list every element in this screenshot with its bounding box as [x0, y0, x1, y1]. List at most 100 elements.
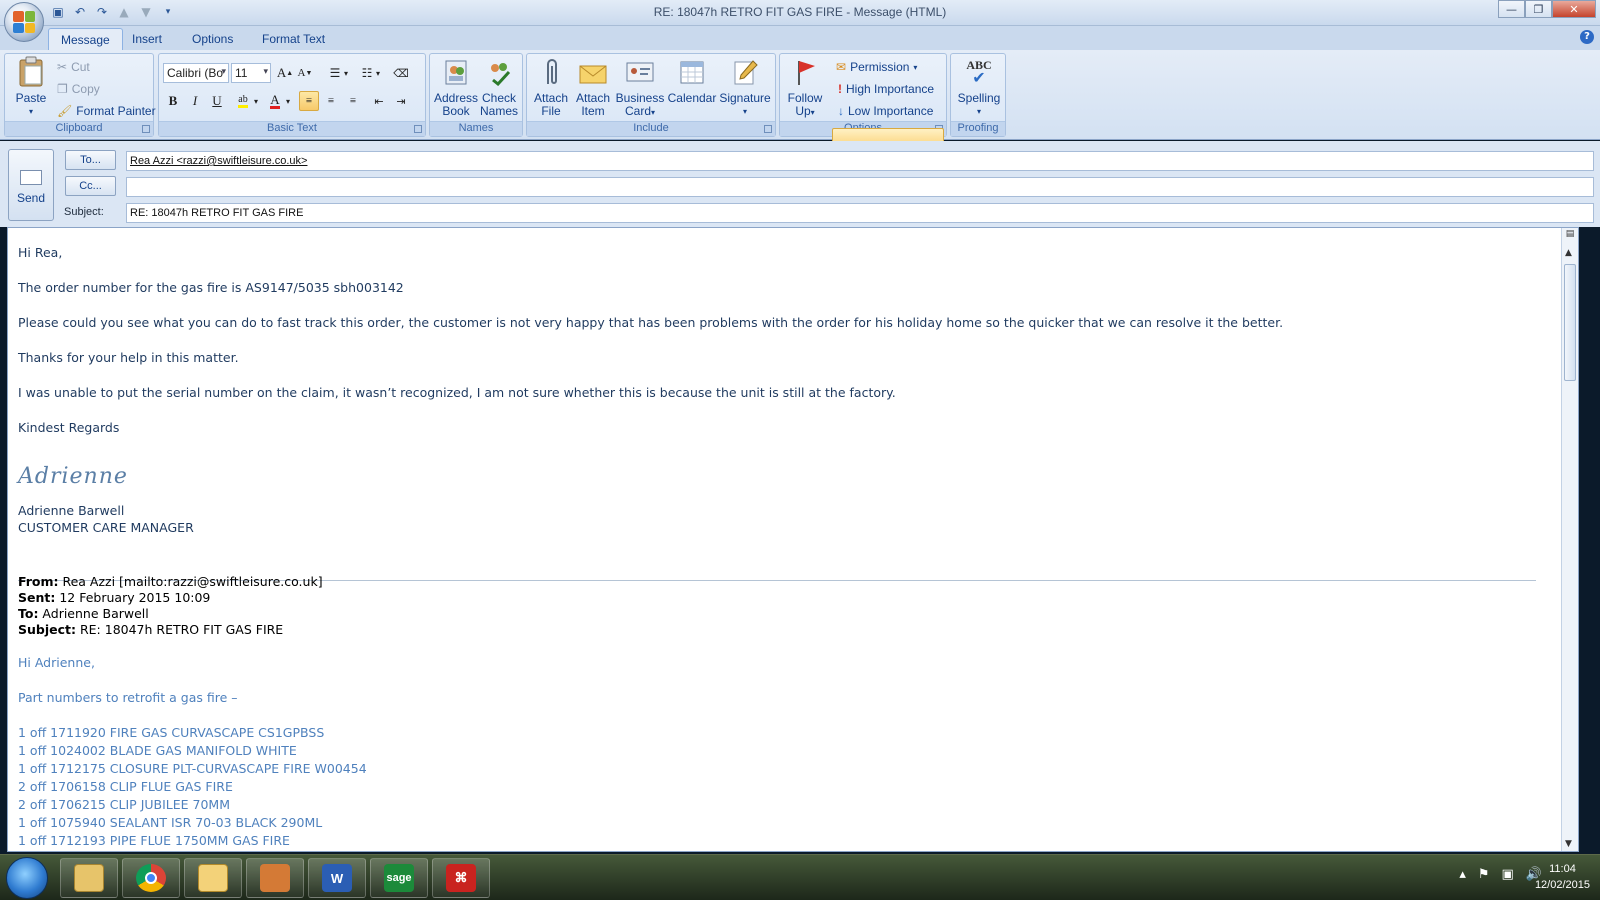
red-flag-icon: [789, 56, 821, 88]
bold-button[interactable]: B: [163, 91, 183, 111]
attach-file-button[interactable]: Attach File: [531, 56, 571, 118]
network-icon[interactable]: ▣: [1502, 867, 1514, 882]
action-center-flag-icon[interactable]: ⚑: [1478, 867, 1490, 882]
italic-button[interactable]: I: [185, 91, 205, 111]
decrease-indent-button[interactable]: ⇤: [369, 91, 389, 111]
quoted-intro: Part numbers to retrofit a gas fire –: [18, 690, 238, 705]
tab-insert[interactable]: Insert: [120, 28, 174, 50]
help-icon[interactable]: ?: [1580, 30, 1594, 44]
part-line: 2 off 1706215 CLIP JUBILEE 70MM: [18, 797, 230, 812]
copy-button[interactable]: ❐ Copy: [57, 82, 100, 96]
folder-icon: [74, 864, 104, 892]
underline-button[interactable]: U: [207, 91, 227, 111]
cc-field[interactable]: [126, 177, 1594, 197]
clipboard-dialog-launcher[interactable]: [142, 125, 150, 133]
shrink-font-button[interactable]: A ▼: [295, 63, 315, 83]
taskbar-sage[interactable]: sage: [370, 858, 428, 898]
include-dialog-launcher[interactable]: [764, 125, 772, 133]
font-color-button[interactable]: A: [265, 91, 285, 111]
spelling-button[interactable]: ABC ✔ Spelling ▾: [955, 56, 1003, 118]
body-closing: Kindest Regards: [18, 420, 120, 435]
bullets-dropdown-icon[interactable]: ▾: [341, 63, 351, 83]
taskbar-adobe-reader[interactable]: ⌘: [432, 858, 490, 898]
paste-button[interactable]: Paste ▾: [11, 56, 51, 118]
calendar-icon: [676, 56, 708, 88]
business-card-dropdown-icon[interactable]: ▾: [651, 108, 655, 117]
cut-button[interactable]: ✂ Cut: [57, 60, 90, 74]
cc-button[interactable]: Cc...: [65, 176, 116, 196]
attach-item-button[interactable]: Attach Item: [573, 56, 613, 118]
increase-indent-icon: ⇥: [396, 95, 406, 108]
spelling-dropdown-icon[interactable]: ▾: [955, 105, 1003, 118]
check-names-icon: [483, 56, 515, 88]
system-tray: ▴ ⚑ ▣ 🔊: [1459, 867, 1542, 882]
align-left-button[interactable]: ≡: [299, 91, 319, 111]
font-size-combo[interactable]: 11: [231, 63, 271, 83]
highlight-dropdown-icon[interactable]: ▾: [251, 91, 261, 111]
grow-font-button[interactable]: A ▲: [275, 63, 295, 83]
align-right-button[interactable]: ≡: [343, 91, 363, 111]
system-clock[interactable]: 11:04 12/02/2015: [1535, 861, 1590, 893]
body-paragraph-1: The order number for the gas fire is AS9…: [18, 280, 404, 295]
follow-up-button[interactable]: Follow Up▾: [784, 56, 826, 119]
high-importance-button[interactable]: ! High Importance: [838, 82, 934, 96]
taskbar-chrome[interactable]: [122, 858, 180, 898]
tab-format-text[interactable]: Format Text: [250, 28, 337, 50]
subject-field[interactable]: RE: 18047h RETRO FIT GAS FIRE: [126, 203, 1594, 223]
address-book-icon: [440, 56, 472, 88]
view-ruler-icon[interactable]: ▤: [1564, 229, 1576, 241]
tab-message[interactable]: Message: [48, 28, 123, 50]
maximize-button[interactable]: ❐: [1525, 0, 1552, 18]
exclamation-icon: !: [838, 82, 842, 96]
message-body[interactable]: Hi Rea, The order number for the gas fir…: [7, 227, 1579, 852]
low-importance-button[interactable]: ↓ Low Importance: [838, 104, 933, 118]
font-name-combo[interactable]: Calibri (Bo: [163, 63, 229, 83]
signature-dropdown-icon[interactable]: ▾: [717, 105, 773, 118]
send-button[interactable]: Send: [8, 149, 54, 221]
follow-up-dropdown-icon[interactable]: ▾: [811, 108, 815, 117]
basic-text-dialog-launcher[interactable]: [414, 125, 422, 133]
permission-dropdown-icon[interactable]: ▾: [913, 63, 917, 72]
to-button[interactable]: To...: [65, 150, 116, 170]
taskbar: W sage ⌘ ▴ ⚑ ▣ 🔊 11:04 12/02/2015: [0, 854, 1600, 900]
paste-dropdown-icon[interactable]: ▾: [11, 105, 51, 118]
part-line: 1 off 1075940 SEALANT ISR 70-03 BLACK 29…: [18, 815, 323, 830]
to-field[interactable]: Rea Azzi <razzi@swiftleisure.co.uk>: [126, 151, 1594, 171]
numbering-dropdown-icon[interactable]: ▾: [373, 63, 383, 83]
word-icon: W: [322, 864, 352, 892]
subject-label: Subject:: [64, 206, 104, 218]
pdf-icon: ⌘: [446, 864, 476, 892]
taskbar-explorer[interactable]: [60, 858, 118, 898]
format-painter-button[interactable]: 🖌 Format Painter: [57, 104, 156, 118]
quoted-subject: Subject: RE: 18047h RETRO FIT GAS FIRE: [18, 622, 284, 637]
vertical-scrollbar[interactable]: ▤ ▲ ▼: [1561, 228, 1578, 851]
office-button[interactable]: [4, 2, 44, 42]
permission-button[interactable]: ✉ Permission ▾: [836, 60, 917, 74]
align-center-button[interactable]: ≡: [321, 91, 341, 111]
taskbar-user-app[interactable]: [246, 858, 304, 898]
tab-options[interactable]: Options: [180, 28, 245, 50]
increase-indent-button[interactable]: ⇥: [391, 91, 411, 111]
taskbar-word[interactable]: W: [308, 858, 366, 898]
scrollbar-thumb[interactable]: [1564, 264, 1576, 381]
signature-name: Adrienne Barwell: [18, 503, 125, 518]
close-button[interactable]: ✕: [1552, 0, 1596, 18]
highlight-button[interactable]: ab: [233, 91, 253, 111]
chrome-icon: [136, 864, 166, 892]
start-button[interactable]: [6, 857, 48, 899]
address-book-button[interactable]: Address Book: [434, 56, 478, 118]
font-color-dropdown-icon[interactable]: ▾: [283, 91, 293, 111]
check-names-button[interactable]: Check Names: [478, 56, 520, 118]
scroll-down-icon[interactable]: ▼: [1565, 839, 1572, 849]
align-left-icon: ≡: [305, 95, 313, 107]
part-line: 1 off 1712175 CLOSURE PLT-CURVASCAPE FIR…: [18, 761, 367, 776]
clear-formatting-button[interactable]: ⌫: [391, 63, 411, 83]
business-card-button[interactable]: Business Card▾: [615, 56, 665, 119]
show-hidden-icons-icon[interactable]: ▴: [1459, 867, 1466, 882]
signature-button[interactable]: Signature ▾: [717, 56, 773, 118]
taskbar-outlook[interactable]: [184, 858, 242, 898]
scroll-up-icon[interactable]: ▲: [1565, 248, 1572, 258]
font-color-icon: A: [270, 92, 280, 109]
minimize-button[interactable]: —: [1498, 0, 1525, 18]
calendar-button[interactable]: Calendar: [667, 56, 717, 105]
